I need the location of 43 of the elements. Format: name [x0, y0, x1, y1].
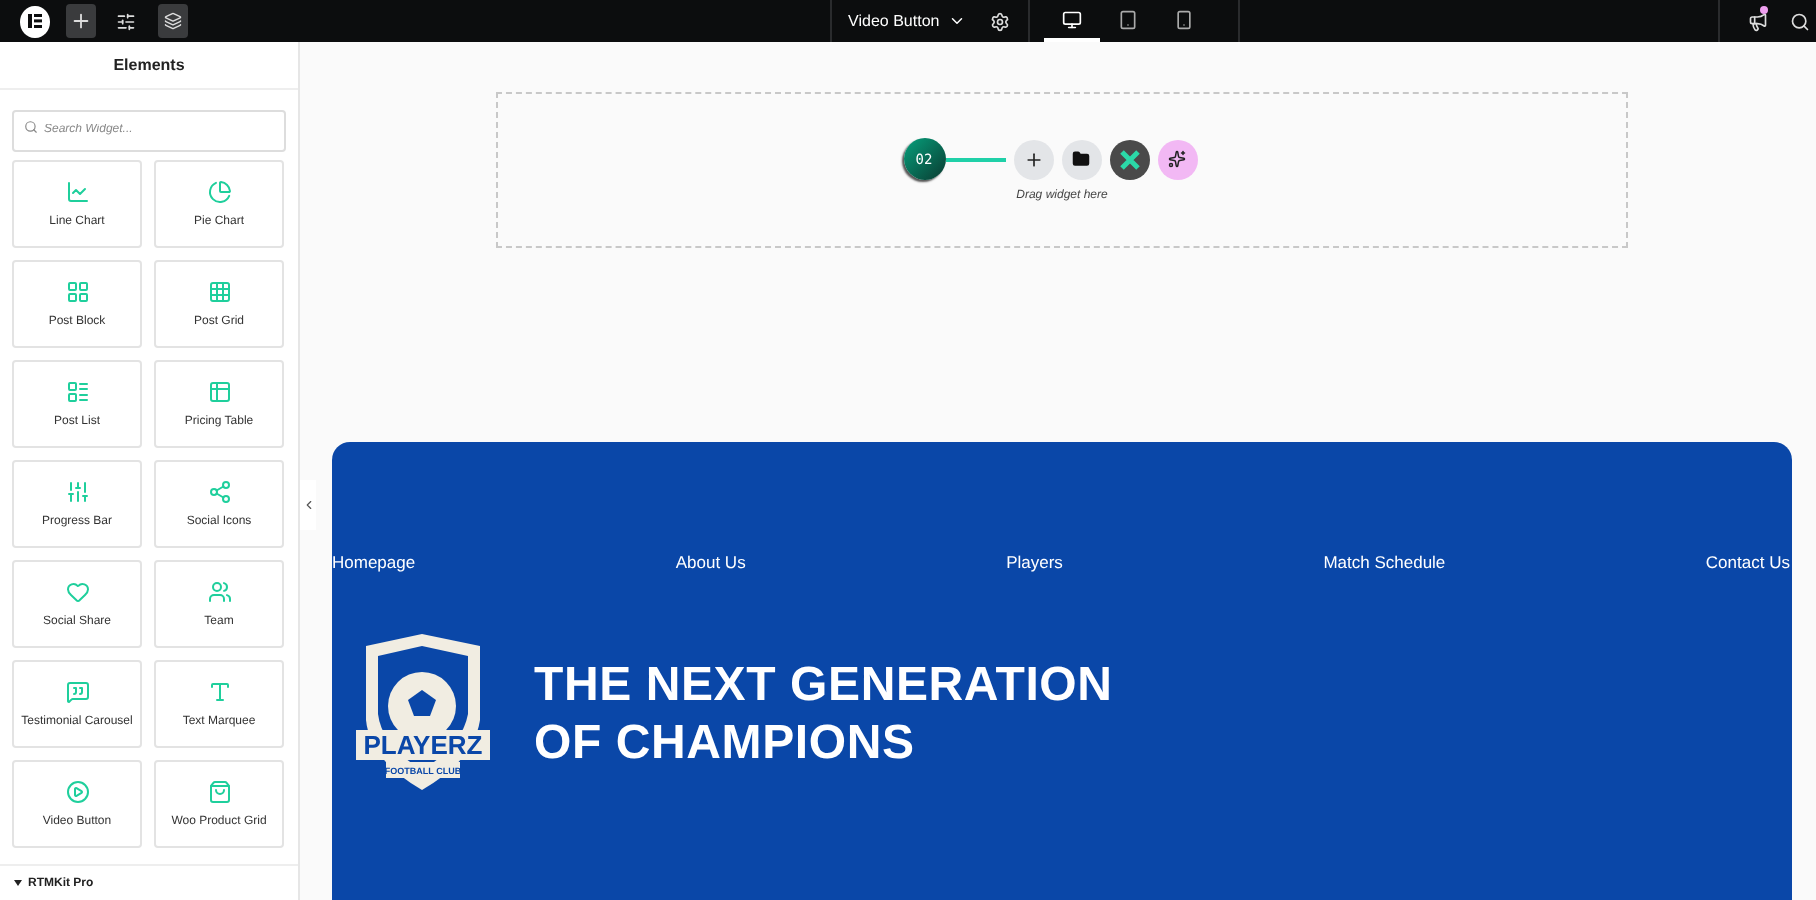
quote-icon — [65, 680, 89, 704]
document-title[interactable]: Video Button — [848, 12, 966, 30]
settings-icon — [990, 11, 1011, 31]
text-icon — [207, 680, 231, 704]
share-icon — [207, 480, 231, 504]
nav-link[interactable]: Players — [1006, 552, 1063, 572]
app-logo[interactable] — [20, 5, 50, 37]
table-icon — [207, 380, 231, 404]
sliders-icon — [65, 480, 89, 504]
shopping-bag-icon — [207, 780, 231, 804]
sliders-icon — [115, 11, 136, 31]
users-icon — [207, 580, 231, 604]
nav-link[interactable]: About Us — [675, 552, 746, 572]
pie-chart-icon — [207, 180, 231, 204]
grid-icon — [207, 280, 231, 304]
layers-icon — [163, 12, 182, 30]
play-icon — [65, 780, 89, 804]
cross-icon — [1119, 149, 1139, 169]
grid-icon — [65, 280, 89, 304]
chevron-down-icon — [947, 12, 966, 30]
search-icon — [1790, 11, 1811, 31]
nav-link[interactable]: Homepage — [332, 552, 416, 572]
megaphone-icon — [1747, 11, 1768, 31]
heart-icon — [65, 580, 89, 604]
nav-link[interactable]: Match Schedule — [1323, 552, 1446, 572]
plus-icon — [1023, 149, 1043, 169]
sparkles-icon — [1168, 150, 1186, 168]
folder-icon — [1072, 150, 1090, 168]
ai-button[interactable] — [1157, 139, 1197, 179]
chevron-left-icon — [301, 498, 315, 512]
add-button[interactable] — [65, 4, 97, 38]
search-icon — [24, 120, 38, 134]
plus-icon — [69, 10, 92, 32]
connector-line — [945, 157, 1005, 161]
list-icon — [65, 380, 89, 404]
addon-button[interactable] — [1109, 139, 1149, 179]
line-chart-icon — [65, 180, 89, 204]
add-section-button[interactable] — [1013, 139, 1053, 179]
panel-title: Elements — [0, 42, 298, 90]
layers-button[interactable] — [157, 4, 189, 38]
nav-link[interactable]: Contact Us — [1705, 552, 1790, 572]
hero-headline: THE NEXT GENERATION OF CHAMPIONS — [534, 655, 1113, 771]
folder-button[interactable] — [1061, 139, 1101, 179]
